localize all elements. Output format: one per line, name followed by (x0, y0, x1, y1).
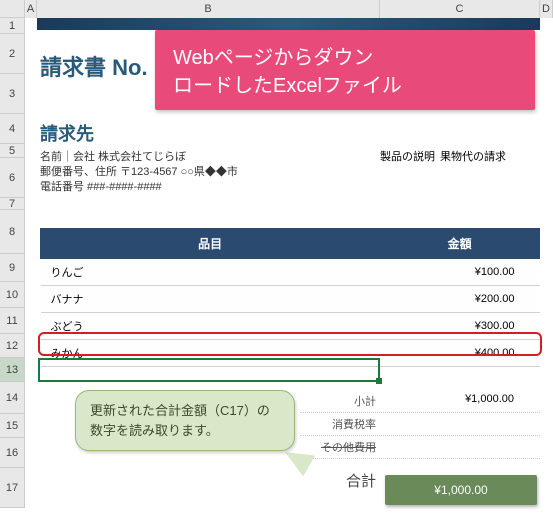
row-header-9[interactable]: 9 (0, 254, 25, 282)
row-header-2[interactable]: 2 (0, 34, 25, 74)
bill-to-heading: 請求先 (40, 120, 94, 146)
spreadsheet: A B C D 1234567891011121314151617 請求書 No… (0, 0, 553, 526)
other-value[interactable] (394, 439, 534, 455)
subtotal-value[interactable]: ¥1,000.00 (394, 393, 534, 409)
table-row[interactable]: バナナ¥200.00 (41, 286, 540, 313)
row-header-7[interactable]: 7 (0, 198, 25, 210)
row-header-1[interactable]: 1 (0, 18, 25, 34)
row-header-12[interactable]: 12 (0, 334, 25, 358)
column-headers: A B C D (25, 0, 553, 18)
customer-phone-line: 電話番号 ###-####-#### (40, 178, 162, 194)
customer-address-line: 郵便番号、住所 〒123-4567 ○○県◆◆市 (40, 163, 238, 179)
row-header-16[interactable]: 16 (0, 438, 25, 468)
row-header-8[interactable]: 8 (0, 210, 25, 254)
row-header-13[interactable]: 13 (0, 358, 25, 382)
row-header-10[interactable]: 10 (0, 282, 25, 308)
row-header-15[interactable]: 15 (0, 414, 25, 438)
table-row[interactable]: りんご¥100.00 (41, 259, 540, 286)
col-item-header[interactable]: 品目 (41, 229, 380, 259)
subtotal-label: 小計 (306, 393, 376, 409)
row-header-11[interactable]: 11 (0, 308, 25, 334)
tax-value[interactable] (394, 416, 534, 432)
row-header-5[interactable]: 5 (0, 144, 25, 158)
col-header-b[interactable]: B (37, 0, 380, 18)
product-desc-value: 果物代の請求 (440, 148, 506, 164)
invoice-title: 請求書 No. 1 (40, 50, 166, 82)
row-header-17[interactable]: 17 (0, 468, 25, 508)
table-row[interactable]: ぶどう¥300.00 (41, 313, 540, 340)
row-header-4[interactable]: 4 (0, 114, 25, 144)
grand-total-box[interactable]: ¥1,000.00 (385, 475, 537, 505)
amount-cell[interactable]: ¥200.00 (380, 286, 540, 313)
row-header-3[interactable]: 3 (0, 74, 25, 114)
annotation-text: WebページからダウンロードしたExcelファイル (173, 47, 402, 97)
other-label: その他費用 (306, 439, 376, 455)
row-header-14[interactable]: 14 (0, 382, 25, 414)
col-header-c[interactable]: C (380, 0, 540, 18)
select-all-corner[interactable] (0, 0, 25, 18)
item-cell[interactable]: ぶどう (41, 313, 380, 340)
product-desc-label: 製品の説明 (380, 148, 435, 164)
grand-total-label: 合計 (306, 462, 376, 491)
annotation-overlay: WebページからダウンロードしたExcelファイル (155, 30, 535, 110)
amount-cell[interactable]: ¥300.00 (380, 313, 540, 340)
col-header-d[interactable]: D (540, 0, 553, 18)
col-header-a[interactable]: A (25, 0, 37, 18)
active-cell-b13[interactable] (38, 358, 380, 382)
amount-cell[interactable]: ¥100.00 (380, 259, 540, 286)
item-cell[interactable]: バナナ (41, 286, 380, 313)
items-table: 品目 金額 りんご¥100.00バナナ¥200.00ぶどう¥300.00みかん¥… (40, 228, 540, 367)
row-header-6[interactable]: 6 (0, 158, 25, 198)
col-amount-header[interactable]: 金額 (380, 229, 540, 259)
header-banner (37, 18, 540, 30)
amount-cell[interactable]: ¥400.00 (380, 340, 540, 367)
item-cell[interactable]: りんご (41, 259, 380, 286)
callout-text: 更新された合計金額（C17）の数字を読み取ります。 (90, 403, 270, 438)
tax-label: 消費税率 (306, 416, 376, 432)
fill-handle[interactable] (376, 378, 382, 384)
customer-name-line: 名前｜会社 株式会社てじらぼ (40, 148, 186, 164)
callout-bubble: 更新された合計金額（C17）の数字を読み取ります。 (75, 390, 295, 451)
